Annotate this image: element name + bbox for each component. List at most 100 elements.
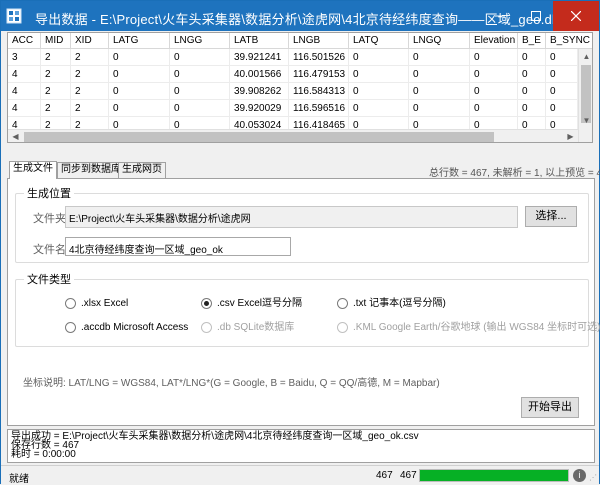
- grid-cell[interactable]: 2: [41, 49, 71, 66]
- grid-cell[interactable]: 0: [546, 100, 578, 117]
- grid-cell[interactable]: 0: [546, 83, 578, 100]
- scroll-up-icon[interactable]: ▲: [579, 49, 592, 64]
- grid-cell[interactable]: 116.596516: [289, 100, 349, 117]
- grid-cell[interactable]: 2: [41, 100, 71, 117]
- grid-cell[interactable]: 2: [41, 66, 71, 83]
- grid-cell[interactable]: 2: [71, 49, 109, 66]
- grid-cell[interactable]: 39.908262: [230, 83, 289, 100]
- grid-cell[interactable]: 0: [349, 49, 409, 66]
- radio-label: .db SQLite数据库: [217, 322, 295, 333]
- grid-cell[interactable]: 0: [109, 66, 170, 83]
- export-log[interactable]: 导出成功 = E:\Project\火车头采集器\数据分析\途虎网\4北京待经纬…: [7, 429, 595, 463]
- grid-cell[interactable]: 0: [409, 66, 470, 83]
- grid-cell[interactable]: 40.001566: [230, 66, 289, 83]
- column-header-xid[interactable]: XID: [71, 33, 109, 49]
- column-header-latq[interactable]: LATQ: [349, 33, 409, 49]
- column-header-b-sync[interactable]: B_SYNC: [546, 33, 592, 49]
- column-header-lngb[interactable]: LNGB: [289, 33, 349, 49]
- filename-field[interactable]: 4北京待经纬度查询一区域_geo_ok: [65, 237, 291, 256]
- grid-cell[interactable]: 0: [349, 83, 409, 100]
- table-row[interactable]: 4 2 2 0 0 39.920029 116.596516 0 0 0 0 0: [8, 100, 578, 117]
- browse-button[interactable]: 选择...: [525, 206, 577, 227]
- start-export-button[interactable]: 开始导出: [521, 397, 579, 418]
- grid-cell[interactable]: 2: [71, 83, 109, 100]
- grid-cell[interactable]: 116.479153: [289, 66, 349, 83]
- column-header-lngg[interactable]: LNGG: [170, 33, 230, 49]
- resize-grip-icon[interactable]: ⋰: [589, 474, 597, 482]
- grid-horizontal-scrollbar[interactable]: ◀ ▶: [8, 129, 578, 142]
- grid-cell[interactable]: 0: [518, 66, 546, 83]
- column-header-acc[interactable]: ACC: [8, 33, 41, 49]
- column-header-mid[interactable]: MID: [41, 33, 71, 49]
- grid-cell[interactable]: 2: [71, 100, 109, 117]
- grid-cell[interactable]: 0: [546, 49, 578, 66]
- data-grid[interactable]: ACC MID XID LATG LNGG LATB LNGB LATQ LNG…: [7, 32, 593, 143]
- grid-cell[interactable]: 0: [470, 66, 518, 83]
- grid-cell[interactable]: 4: [8, 83, 41, 100]
- grid-cell[interactable]: 39.921241: [230, 49, 289, 66]
- radio-dot[interactable]: [337, 322, 348, 333]
- grid-cell[interactable]: 4: [8, 100, 41, 117]
- tab-generate-webpage[interactable]: 生成网页: [118, 162, 166, 178]
- radio-dot[interactable]: [337, 298, 348, 309]
- grid-cell[interactable]: 0: [109, 49, 170, 66]
- app-icon: [6, 8, 22, 24]
- grid-cell[interactable]: 3: [8, 49, 41, 66]
- radio-dot[interactable]: [65, 322, 76, 333]
- grid-cell[interactable]: 0: [109, 83, 170, 100]
- grid-cell[interactable]: 39.920029: [230, 100, 289, 117]
- log-line: 保存行数 = 467: [11, 440, 80, 451]
- minimize-button[interactable]: [485, 1, 515, 31]
- grid-cell[interactable]: 0: [349, 100, 409, 117]
- grid-cell[interactable]: 0: [470, 100, 518, 117]
- title-bar[interactable]: 导出数据 - E:\Project\火车头采集器\数据分析\途虎网\4北京待经纬…: [1, 1, 599, 31]
- grid-cell[interactable]: 0: [170, 49, 230, 66]
- grid-cell[interactable]: 0: [518, 83, 546, 100]
- column-header-lngq[interactable]: LNGQ: [409, 33, 470, 49]
- status-count: 467: [376, 470, 393, 481]
- grid-cell[interactable]: 116.584313: [289, 83, 349, 100]
- table-row[interactable]: 3 2 2 0 0 39.921241 116.501526 0 0 0 0 0: [8, 49, 578, 66]
- maximize-button[interactable]: [521, 1, 551, 31]
- close-icon: [570, 10, 582, 22]
- radio-dot[interactable]: [65, 298, 76, 309]
- close-button[interactable]: [553, 1, 599, 31]
- tab-sync-database[interactable]: 同步到数据库: [57, 162, 125, 178]
- tab-generate-file[interactable]: 生成文件: [9, 161, 57, 179]
- grid-cell[interactable]: 0: [349, 66, 409, 83]
- grid-cell[interactable]: 116.501526: [289, 49, 349, 66]
- grid-cell[interactable]: 0: [409, 100, 470, 117]
- grid-cell[interactable]: 0: [518, 100, 546, 117]
- table-row[interactable]: 4 2 2 0 0 40.001566 116.479153 0 0 0 0 0: [8, 66, 578, 83]
- column-header-elevation[interactable]: Elevation: [470, 33, 518, 49]
- info-icon[interactable]: i: [573, 469, 586, 482]
- grid-cell[interactable]: 4: [8, 66, 41, 83]
- grid-vertical-scrollbar[interactable]: ▲ ▼: [578, 49, 592, 142]
- radio-dot[interactable]: [201, 322, 212, 333]
- grid-cell[interactable]: 0: [470, 83, 518, 100]
- scroll-right-icon[interactable]: ▶: [563, 130, 578, 142]
- radio-dot[interactable]: [201, 298, 212, 309]
- folder-field[interactable]: E:\Project\火车头采集器\数据分析\途虎网: [65, 206, 518, 228]
- grid-cell[interactable]: 0: [109, 100, 170, 117]
- scroll-left-icon[interactable]: ◀: [8, 130, 23, 142]
- grid-cell[interactable]: 0: [470, 49, 518, 66]
- status-text: 就绪: [9, 474, 29, 485]
- grid-cell[interactable]: 0: [170, 83, 230, 100]
- grid-cell[interactable]: 0: [409, 49, 470, 66]
- export-window: 导出数据 - E:\Project\火车头采集器\数据分析\途虎网\4北京待经纬…: [0, 0, 600, 485]
- column-header-b-e[interactable]: B_E: [518, 33, 546, 49]
- grid-cell[interactable]: 0: [518, 49, 546, 66]
- table-row[interactable]: 4 2 2 0 0 39.908262 116.584313 0 0 0 0 0: [8, 83, 578, 100]
- grid-cell[interactable]: 0: [170, 100, 230, 117]
- column-header-latb[interactable]: LATB: [230, 33, 289, 49]
- grid-cell[interactable]: 0: [546, 66, 578, 83]
- grid-cell[interactable]: 0: [409, 83, 470, 100]
- grid-cell[interactable]: 0: [170, 66, 230, 83]
- grid-cell[interactable]: 2: [41, 83, 71, 100]
- log-line: 导出成功 = E:\Project\火车头采集器\数据分析\途虎网\4北京待经纬…: [11, 431, 419, 442]
- grid-cell[interactable]: 2: [71, 66, 109, 83]
- horizontal-scroll-thumb[interactable]: [24, 132, 494, 142]
- scroll-down-icon[interactable]: ▼: [579, 113, 592, 128]
- column-header-latg[interactable]: LATG: [109, 33, 170, 49]
